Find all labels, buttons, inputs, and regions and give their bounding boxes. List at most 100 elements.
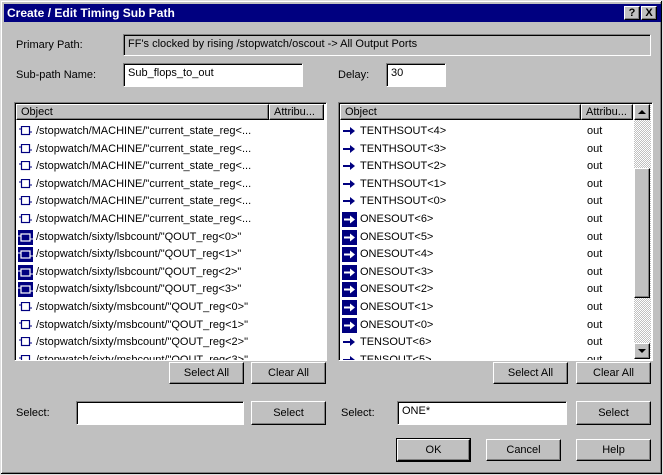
output-port-arrow-icon	[342, 282, 357, 298]
output-port-arrow-icon	[343, 337, 356, 347]
list-row[interactable]: /stopwatch/MACHINE/"current_state_reg<..…	[16, 210, 324, 228]
vertical-scrollbar[interactable]	[634, 104, 651, 359]
delay-input[interactable]: 30	[386, 63, 446, 87]
list-row[interactable]: ONESOUT<4> out	[340, 245, 632, 263]
list-row[interactable]: ONESOUT<2> out	[340, 280, 632, 298]
source-object-list[interactable]: Object Attribu... /stopwatch/MACHINE/"cu…	[14, 102, 327, 361]
list-row[interactable]: /stopwatch/sixty/lsbcount/"QOUT_reg<3>"	[16, 280, 324, 298]
list-row[interactable]: ONESOUT<3> out	[340, 263, 632, 281]
flipflop-icon	[19, 354, 32, 360]
output-port-arrow-icon	[342, 247, 357, 263]
list-row[interactable]: TENTHSOUT<1> out	[340, 175, 632, 193]
object-attribute: out	[587, 283, 603, 296]
list-row[interactable]: /stopwatch/MACHINE/"current_state_reg<..…	[16, 122, 324, 140]
object-name: ONESOUT<3>	[360, 265, 434, 278]
object-name: ONESOUT<0>	[360, 318, 434, 331]
list-row[interactable]: /stopwatch/sixty/lsbcount/"QOUT_reg<1>"	[16, 245, 324, 263]
left-select-input[interactable]	[76, 401, 244, 425]
close-button[interactable]: X	[641, 6, 657, 20]
flipflop-icon	[19, 161, 32, 171]
object-name: /stopwatch/sixty/lsbcount/"QOUT_reg<3>"	[36, 283, 242, 296]
scrollbar-thumb[interactable]	[634, 168, 650, 298]
list-row[interactable]: TENSOUT<6> out	[340, 333, 632, 351]
list-row[interactable]: /stopwatch/sixty/msbcount/"QOUT_reg<0>"	[16, 298, 324, 316]
subpath-name-label: Sub-path Name:	[16, 69, 97, 81]
object-name: ONESOUT<5>	[360, 230, 434, 243]
help-title-button[interactable]: ?	[624, 6, 640, 20]
list-row[interactable]: TENSOUT<5> out	[340, 351, 632, 360]
left-select-label: Select:	[16, 407, 50, 419]
column-header-attribute[interactable]: Attribu...	[269, 104, 324, 120]
output-port-arrow-icon	[342, 317, 357, 333]
flipflop-icon	[19, 337, 32, 347]
object-name: ONESOUT<4>	[360, 248, 434, 261]
list-row[interactable]: /stopwatch/sixty/msbcount/"QOUT_reg<3>"	[16, 351, 324, 360]
list-row[interactable]: TENTHSOUT<4> out	[340, 122, 632, 140]
object-name: /stopwatch/sixty/lsbcount/"QOUT_reg<2>"	[36, 265, 242, 278]
object-attribute: out	[587, 230, 603, 243]
object-name: ONESOUT<6>	[360, 213, 434, 225]
list-row[interactable]: TENTHSOUT<0> out	[340, 192, 632, 210]
object-name: TENSOUT<6>	[360, 336, 432, 349]
object-attribute: out	[587, 248, 603, 261]
list-row[interactable]: ONESOUT<1> out	[340, 298, 632, 316]
output-port-arrow-icon	[343, 161, 356, 171]
list-row[interactable]: TENTHSOUT<3> out	[340, 140, 632, 158]
output-port-arrow-icon	[342, 212, 357, 227]
primary-path-label: Primary Path:	[16, 39, 83, 51]
scroll-up-button[interactable]	[634, 104, 650, 120]
list-row[interactable]: /stopwatch/MACHINE/"current_state_reg<..…	[16, 140, 324, 158]
object-name: TENTHSOUT<3>	[360, 142, 447, 155]
output-port-arrow-icon	[343, 126, 356, 136]
flipflop-icon	[19, 143, 32, 154]
right-select-label: Select:	[341, 407, 375, 419]
list-row[interactable]: ONESOUT<5> out	[340, 228, 632, 246]
list-row[interactable]: ONESOUT<6> out	[340, 210, 632, 228]
right-select-all-button[interactable]: Select All	[493, 362, 568, 384]
output-port-arrow-icon	[343, 196, 356, 206]
cancel-button[interactable]: Cancel	[486, 439, 561, 461]
object-attribute: out	[587, 125, 603, 137]
list-row[interactable]: /stopwatch/sixty/lsbcount/"QOUT_reg<2>"	[16, 263, 324, 281]
list-row[interactable]: /stopwatch/sixty/lsbcount/"QOUT_reg<0>"	[16, 228, 324, 246]
arrow-down-icon	[638, 349, 646, 353]
right-clear-all-button[interactable]: Clear All	[576, 362, 651, 384]
left-clear-all-button[interactable]: Clear All	[251, 362, 326, 384]
scroll-down-button[interactable]	[634, 343, 650, 359]
delay-label: Delay:	[338, 69, 370, 81]
object-name: /stopwatch/sixty/msbcount/"QOUT_reg<0>"	[36, 301, 249, 313]
object-name: /stopwatch/MACHINE/"current_state_reg<..…	[36, 213, 252, 225]
flipflop-icon	[19, 178, 32, 189]
output-port-arrow-icon	[342, 300, 357, 315]
destination-object-list[interactable]: Object Attribu... TENTHSOUT<4> out TENTHSO…	[338, 102, 653, 361]
object-name: /stopwatch/MACHINE/"current_state_reg<..…	[36, 125, 252, 137]
flipflop-icon	[19, 301, 32, 312]
object-attribute: out	[587, 213, 603, 225]
right-select-button[interactable]: Select	[576, 401, 651, 425]
left-select-all-button[interactable]: Select All	[169, 362, 244, 384]
arrow-up-icon	[638, 110, 646, 114]
column-header-object[interactable]: Object	[340, 104, 581, 120]
list-row[interactable]: /stopwatch/sixty/msbcount/"QOUT_reg<2>"	[16, 333, 324, 351]
list-row[interactable]: /stopwatch/MACHINE/"current_state_reg<..…	[16, 157, 324, 175]
left-select-button[interactable]: Select	[251, 401, 326, 425]
subpath-name-input[interactable]: Sub_flops_to_out	[123, 63, 303, 87]
object-name: /stopwatch/sixty/lsbcount/"QOUT_reg<0>"	[36, 230, 242, 243]
help-button[interactable]: Help	[576, 439, 651, 461]
object-name: /stopwatch/MACHINE/"current_state_reg<..…	[36, 195, 252, 208]
column-header-attribute[interactable]: Attribu...	[581, 104, 633, 120]
list-row[interactable]: /stopwatch/MACHINE/"current_state_reg<..…	[16, 192, 324, 210]
list-row[interactable]: TENTHSOUT<2> out	[340, 157, 632, 175]
flipflop-icon	[19, 125, 32, 136]
list-row[interactable]: ONESOUT<0> out	[340, 316, 632, 334]
object-attribute: out	[587, 301, 603, 313]
object-name: /stopwatch/MACHINE/"current_state_reg<..…	[36, 177, 252, 190]
flipflop-icon	[18, 264, 33, 280]
list-row[interactable]: /stopwatch/MACHINE/"current_state_reg<..…	[16, 175, 324, 193]
column-header-object[interactable]: Object	[16, 104, 269, 120]
object-name: /stopwatch/MACHINE/"current_state_reg<..…	[36, 142, 252, 155]
right-select-input[interactable]: ONE*	[397, 401, 567, 425]
list-row[interactable]: /stopwatch/sixty/msbcount/"QOUT_reg<1>"	[16, 316, 324, 334]
flipflop-icon	[18, 229, 33, 245]
ok-button[interactable]: OK	[396, 438, 471, 462]
